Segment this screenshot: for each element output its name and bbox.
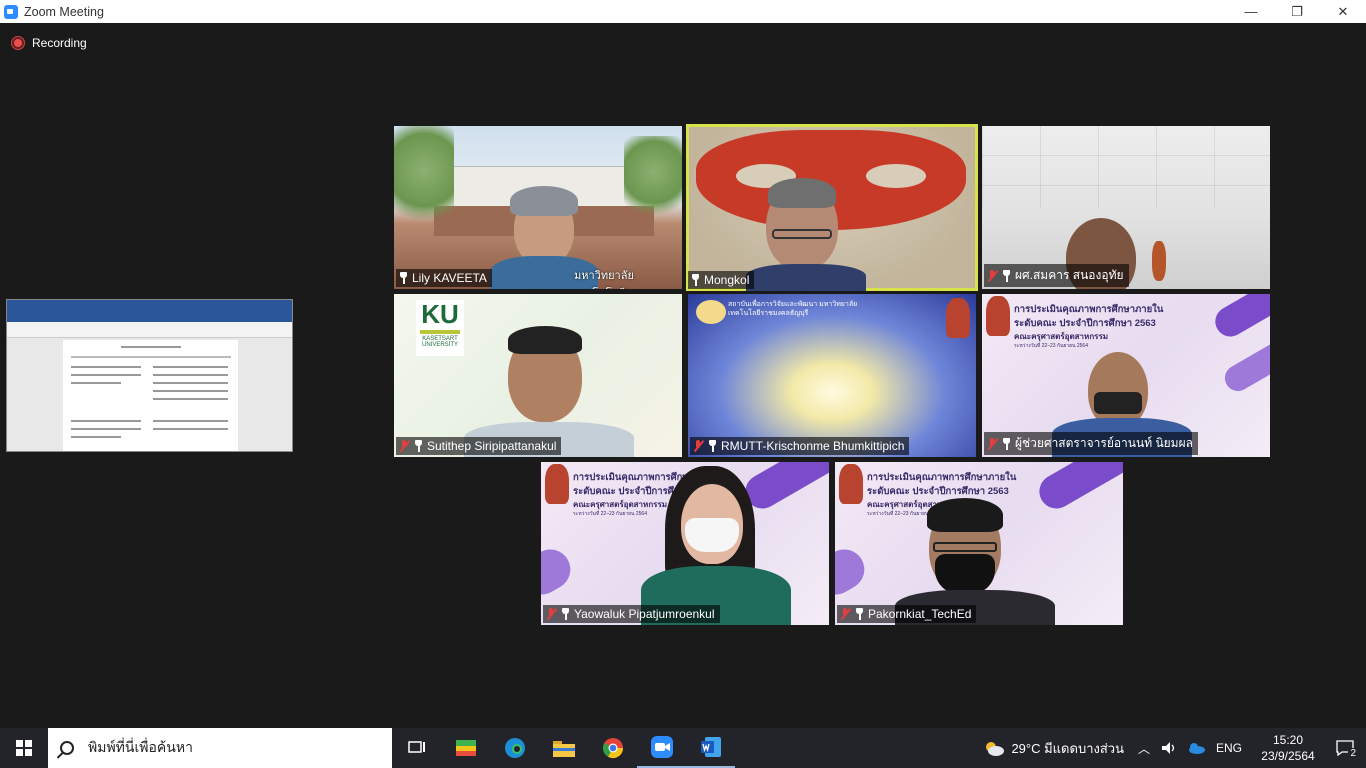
search-placeholder: พิมพ์ที่นี่เพื่อค้นหา: [88, 739, 193, 755]
participant-name: Lily KAVEETA: [412, 271, 487, 285]
face-mask: [1094, 392, 1142, 414]
taskbar-app-zoom[interactable]: [637, 728, 686, 768]
muted-microphone-icon: [399, 440, 410, 452]
video-tile-mongkol[interactable]: Mongkol: [686, 124, 978, 291]
title-bar: Zoom Meeting — ❐ ✕: [0, 0, 1366, 23]
word-toolbar: [7, 322, 292, 338]
word-ribbon: [7, 300, 292, 322]
record-icon: [12, 37, 24, 49]
pin-icon: [855, 608, 864, 620]
pin-icon: [399, 272, 408, 284]
participant-name-tag: Mongkol: [688, 271, 755, 289]
pin-icon: [561, 608, 570, 620]
shared-screen-thumbnail[interactable]: [6, 299, 293, 452]
minimize-button[interactable]: —: [1228, 0, 1274, 23]
participant-name: ผศ.สมคาร สนองอุทัย: [1015, 268, 1124, 282]
participant-name: Mongkol: [704, 273, 750, 287]
windows-logo-icon: [16, 740, 32, 756]
folder-icon: [552, 741, 575, 757]
participant-name-tag: RMUTT-Krischonme Bhumkittipich: [690, 437, 910, 455]
zoom-app-icon: [4, 4, 18, 19]
pin-icon: [708, 440, 717, 452]
taskbar-app-word[interactable]: [686, 728, 735, 768]
muted-microphone-icon: [840, 608, 851, 620]
university-seal: [545, 464, 569, 504]
participant-name-tag: ผศ.สมคาร สนองอุทัย: [984, 264, 1129, 287]
participant-name: ผู้ช่วยศาสตราจารย์อานนท์ นิยมผล: [1015, 436, 1193, 450]
input-language-indicator[interactable]: ENG: [1216, 741, 1242, 755]
participant-name: Yaowaluk Pipatjumroenkul: [574, 607, 715, 621]
video-tile-somkarn[interactable]: ผศ.สมคาร สนองอุทัย: [982, 126, 1270, 289]
video-tile-sutithep[interactable]: KU KASETSART UNIVERSITY Sutithep Siripip…: [394, 294, 682, 457]
weather-text[interactable]: 29°C มีแดดบางส่วน: [1011, 738, 1124, 759]
participant-name: Sutithep Siripipattanakul: [427, 439, 557, 453]
face-mask: [685, 518, 739, 552]
muted-microphone-icon: [693, 440, 704, 452]
task-view-button[interactable]: [392, 728, 441, 768]
word-app-icon: [700, 737, 721, 757]
participant-name: RMUTT-Krischonme Bhumkittipich: [721, 439, 905, 453]
edge-browser-icon: [504, 738, 525, 758]
participant-name-tag: ผู้ช่วยศาสตราจารย์อานนท์ นิยมผล: [984, 432, 1198, 455]
university-seal: [946, 298, 970, 338]
zoom-app-icon: [650, 736, 673, 758]
muted-microphone-icon: [546, 608, 557, 620]
taskbar-app-edge[interactable]: [490, 728, 539, 768]
muted-microphone-icon: [987, 269, 998, 282]
video-tile-anon[interactable]: การประเมินคุณภาพการศึกษาภายใน ระดับคณะ ป…: [982, 294, 1270, 457]
participant-name-tag: Lily KAVEETA: [396, 269, 492, 287]
virtual-background-text: มหาวิทยาลัยเทคโนโลยีราชมงคลสุวรรณภูมิ: [574, 270, 671, 289]
video-tile-pakornkiat[interactable]: การประเมินคุณภาพการศึกษาภายใน ระดับคณะ ป…: [835, 462, 1123, 625]
participant-face: [1088, 352, 1148, 428]
institute-logo: [696, 300, 726, 324]
document-page: [63, 340, 238, 451]
onedrive-cloud-icon[interactable]: [1186, 741, 1206, 755]
muted-microphone-icon: [987, 437, 998, 450]
glasses: [772, 229, 832, 239]
window-title: Zoom Meeting: [24, 4, 104, 19]
meeting-area: Recording มหาวิทยาลัย Lily KAVEETA Mongk…: [0, 23, 1366, 728]
chrome-browser-icon: [602, 738, 623, 759]
participant-name-tag: Yaowaluk Pipatjumroenkul: [543, 605, 720, 623]
action-center-button[interactable]: 2: [1324, 728, 1366, 768]
search-icon: [60, 741, 74, 755]
clock-time: 15:20: [1272, 733, 1304, 747]
pin-icon: [414, 440, 423, 452]
system-tray: 29°C มีแดดบางส่วน ︿ ENG 15:20 23/9/2564 …: [983, 728, 1366, 768]
clock-date: 23/9/2564: [1261, 749, 1315, 763]
participant-name-tag: Sutithep Siripipattanakul: [396, 437, 562, 455]
pin-icon: [1002, 269, 1011, 282]
recording-indicator[interactable]: Recording: [12, 36, 87, 50]
restore-button[interactable]: ❐: [1274, 0, 1320, 23]
participant-name: Pakornkiat_TechEd: [868, 607, 972, 621]
pin-icon: [691, 274, 700, 286]
taskbar-search-box[interactable]: พิมพ์ที่นี่เพื่อค้นหา: [48, 728, 392, 768]
institute-banner: สถาบันเพื่อการวิจัยและพัฒนา มหาวิทยาลัยเ…: [728, 301, 858, 317]
vase: [1152, 241, 1166, 281]
task-view-icon: [407, 741, 425, 753]
show-hidden-icons-chevron-icon[interactable]: ︿: [1138, 740, 1150, 757]
taskbar-app-chrome[interactable]: [588, 728, 637, 768]
video-tile-yaowaluk[interactable]: การประเมินคุณภาพการศึกษาภายใน ระดับคณะ ป…: [541, 462, 829, 625]
partly-sunny-weather-icon: [986, 742, 1005, 756]
face-mask: [935, 554, 995, 594]
participant-name-tag: Pakornkiat_TechEd: [837, 605, 977, 623]
stacked-layers-icon: [455, 740, 476, 756]
university-seal: [839, 464, 863, 504]
video-tile-lily-kaveeta[interactable]: มหาวิทยาลัยเทคโนโลยีราชมงคลสุวรรณภูมิ Li…: [394, 126, 682, 289]
taskbar-app-bluestacks[interactable]: [441, 728, 490, 768]
glasses: [933, 542, 997, 552]
video-tile-rmutt[interactable]: สถาบันเพื่อการวิจัยและพัฒนา มหาวิทยาลัยเ…: [688, 294, 976, 457]
pin-icon: [1002, 437, 1011, 450]
speaker-volume-icon[interactable]: [1160, 740, 1178, 756]
taskbar-clock[interactable]: 15:20 23/9/2564: [1252, 732, 1324, 764]
recording-label: Recording: [32, 36, 87, 50]
taskbar-app-file-explorer[interactable]: [539, 728, 588, 768]
university-seal: [986, 296, 1010, 336]
kasetsart-logo: KU KASETSART UNIVERSITY: [416, 300, 464, 356]
notification-count-badge: 2: [1348, 748, 1358, 759]
start-button[interactable]: [0, 728, 48, 768]
windows-taskbar: พิมพ์ที่นี่เพื่อค้นหา 29°C มีแดดบางส่วน …: [0, 728, 1366, 768]
close-button[interactable]: ✕: [1320, 0, 1366, 23]
